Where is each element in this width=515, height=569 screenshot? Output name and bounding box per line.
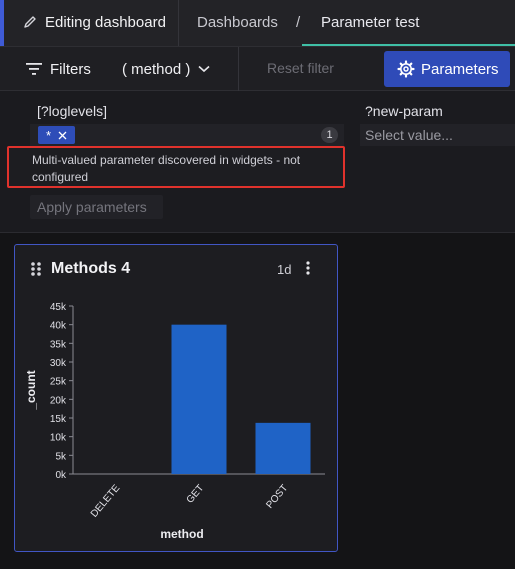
drag-handle-icon[interactable] xyxy=(30,261,42,277)
y-tick-label: 15k xyxy=(50,414,67,425)
breadcrumb-current: Parameter test xyxy=(321,14,420,31)
method-filter-dropdown[interactable]: ( method ) xyxy=(122,59,210,79)
y-tick-label: 5k xyxy=(55,451,67,462)
param-loglevels-input[interactable]: * 1 xyxy=(30,124,344,146)
filters-label: Filters xyxy=(50,60,91,78)
x-tick-label: POST xyxy=(264,483,290,511)
breadcrumb-separator: / xyxy=(296,14,301,31)
param-new-param-select[interactable]: Select value... xyxy=(360,124,515,146)
selected-count-badge: 1 xyxy=(321,127,338,143)
more-vertical-icon[interactable] xyxy=(305,260,311,276)
parameters-button[interactable]: Parameters xyxy=(384,51,510,87)
reset-filter-button[interactable]: Reset filter xyxy=(267,60,334,76)
filter-bar: Filters ( method ) Reset filter Paramete… xyxy=(0,46,515,91)
parameters-panel: [?loglevels] * 1 ?new-param Select value… xyxy=(0,91,515,233)
methods-bar-chart: 0k 5k 10k 15k 20k 25k 30k 35k 40k 45k _count DELETE… xyxy=(24,302,325,541)
apply-parameters-button[interactable]: Apply parameters xyxy=(30,195,163,219)
y-tick-label: 20k xyxy=(50,395,67,406)
close-icon[interactable] xyxy=(58,131,67,140)
x-tick-label: GET xyxy=(185,483,207,506)
widget-area: Methods 4 1d 0k 5k 10k 15k 20k 25k 30k 35k 40k 45… xyxy=(0,233,515,569)
y-tick-label: 25k xyxy=(50,377,67,388)
widget-time-range[interactable]: 1d xyxy=(277,262,291,277)
x-tick-label: DELETE xyxy=(89,483,123,520)
y-tick-label: 10k xyxy=(50,433,67,444)
bar-get xyxy=(171,324,227,474)
parameter-warning-message: Multi-valued parameter discovered in wid… xyxy=(7,146,345,188)
filter-lines-icon xyxy=(26,63,42,75)
x-axis-label: method xyxy=(160,527,203,541)
chip-value: * xyxy=(46,127,52,143)
top-bar: Editing dashboard Dashboards / Parameter… xyxy=(0,0,515,46)
bar-post xyxy=(255,422,311,474)
filters-button[interactable]: Filters xyxy=(26,59,91,79)
param-loglevels-label: [?loglevels] xyxy=(37,103,108,119)
widget-methods[interactable]: Methods 4 1d 0k 5k 10k 15k 20k 25k 30k 35k 40k 45… xyxy=(14,244,338,552)
method-filter-label: ( method ) xyxy=(122,60,191,78)
editing-dashboard-label: Editing dashboard xyxy=(45,14,166,31)
filter-bar-divider xyxy=(238,47,239,91)
value-chip: * xyxy=(38,126,75,144)
gear-icon xyxy=(397,60,415,78)
breadcrumb-dashboards[interactable]: Dashboards xyxy=(197,14,278,31)
y-tick-label: 0k xyxy=(55,470,67,481)
pencil-icon xyxy=(24,16,36,28)
y-tick-label: 45k xyxy=(50,302,67,313)
top-bar-accent xyxy=(0,0,4,46)
y-tick-label: 30k xyxy=(50,358,67,369)
chevron-down-icon xyxy=(198,65,210,73)
y-tick-label: 35k xyxy=(50,339,67,350)
select-placeholder: Select value... xyxy=(365,127,453,143)
widget-title: Methods 4 xyxy=(51,260,131,277)
param-new-param-label: ?new-param xyxy=(365,103,443,119)
header-divider xyxy=(178,0,179,46)
parameters-label: Parameters xyxy=(421,60,499,78)
y-tick-label: 40k xyxy=(50,321,67,332)
y-axis-label: _count xyxy=(24,370,38,410)
